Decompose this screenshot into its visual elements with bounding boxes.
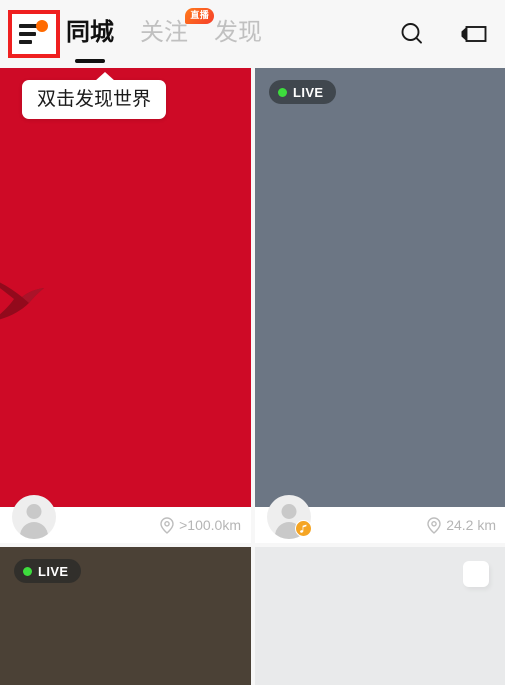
- location-pin-icon: [160, 516, 174, 534]
- feed-card-1-distance: >100.0km: [160, 516, 241, 534]
- feed-card-2-distance-label: 24.2 km: [446, 517, 496, 533]
- tab-tongcheng[interactable]: 同城: [66, 19, 114, 63]
- feed-card-1-info: >100.0km: [0, 495, 251, 543]
- camera-button[interactable]: [457, 17, 491, 51]
- avatar-body: [20, 522, 48, 539]
- tab-guanzhu-live-badge: 直播: [185, 8, 214, 24]
- feed-card-2[interactable]: LIVE 24.2 km: [255, 68, 505, 543]
- feed-card-3-live-label: LIVE: [38, 563, 69, 579]
- tab-bar: 同城 关注 直播 发现: [66, 0, 288, 68]
- feed-card-2-avatar-wrap[interactable]: [267, 495, 312, 539]
- music-note-glyph: [300, 524, 307, 533]
- header-actions: [395, 0, 491, 68]
- menu-line-3: [19, 40, 32, 44]
- feed-card-2-live-label: LIVE: [293, 84, 324, 100]
- hamburger-menu-icon[interactable]: [19, 20, 49, 47]
- menu-button-selected-highlight[interactable]: [8, 10, 60, 58]
- avatar-head: [281, 504, 297, 519]
- search-button[interactable]: [395, 17, 429, 51]
- feed-card-2-distance: 24.2 km: [427, 516, 496, 534]
- swallow-bird-logo-icon: [0, 282, 44, 320]
- feed-card-1-distance-label: >100.0km: [179, 517, 241, 533]
- tab-faxian[interactable]: 发现: [214, 21, 262, 47]
- feed-card-1-avatar-wrap[interactable]: [12, 495, 56, 539]
- feed-card-4-media: [255, 547, 505, 685]
- avatar-head: [26, 504, 42, 519]
- feed-card-2-media: LIVE: [255, 68, 505, 507]
- feed-card-1-media: [0, 68, 251, 507]
- search-icon: [401, 23, 422, 44]
- tab-tongcheng-label: 同城: [66, 19, 114, 46]
- double-tap-tooltip[interactable]: 双击发现世界: [22, 72, 167, 119]
- music-note-icon: [295, 520, 312, 537]
- app-root: 同城 关注 直播 发现 >100.0km LIVE 24.2 km LIVE 双…: [0, 0, 505, 685]
- live-status-dot-icon: [23, 566, 32, 576]
- feed-card-4[interactable]: [255, 547, 505, 685]
- tab-guanzhu[interactable]: 关注 直播: [140, 8, 214, 47]
- tab-guanzhu-label: 关注: [140, 19, 188, 46]
- feed-card-2-info: 24.2 km: [255, 495, 505, 543]
- tab-faxian-label: 发现: [214, 19, 262, 46]
- top-header: 同城 关注 直播 发现: [0, 0, 505, 68]
- feed-card-3-live-badge: LIVE: [14, 559, 81, 583]
- feed-card-2-live-badge: LIVE: [269, 80, 336, 104]
- live-status-dot-icon: [278, 87, 287, 97]
- feed-card-3[interactable]: LIVE: [0, 547, 251, 685]
- menu-line-2: [19, 32, 36, 36]
- tab-active-indicator: [75, 59, 105, 63]
- placeholder-thumbnail-icon: [463, 561, 489, 587]
- video-camera-icon: [461, 26, 487, 42]
- menu-notification-dot: [36, 20, 48, 32]
- tooltip-text: 双击发现世界: [37, 89, 152, 110]
- location-pin-icon: [427, 516, 441, 534]
- feed-card-1[interactable]: >100.0km: [0, 68, 251, 543]
- tooltip-arrow: [95, 72, 115, 81]
- feed-card-3-media: LIVE: [0, 547, 251, 685]
- avatar[interactable]: [12, 495, 56, 539]
- feed-grid: >100.0km LIVE 24.2 km LIVE: [0, 68, 505, 685]
